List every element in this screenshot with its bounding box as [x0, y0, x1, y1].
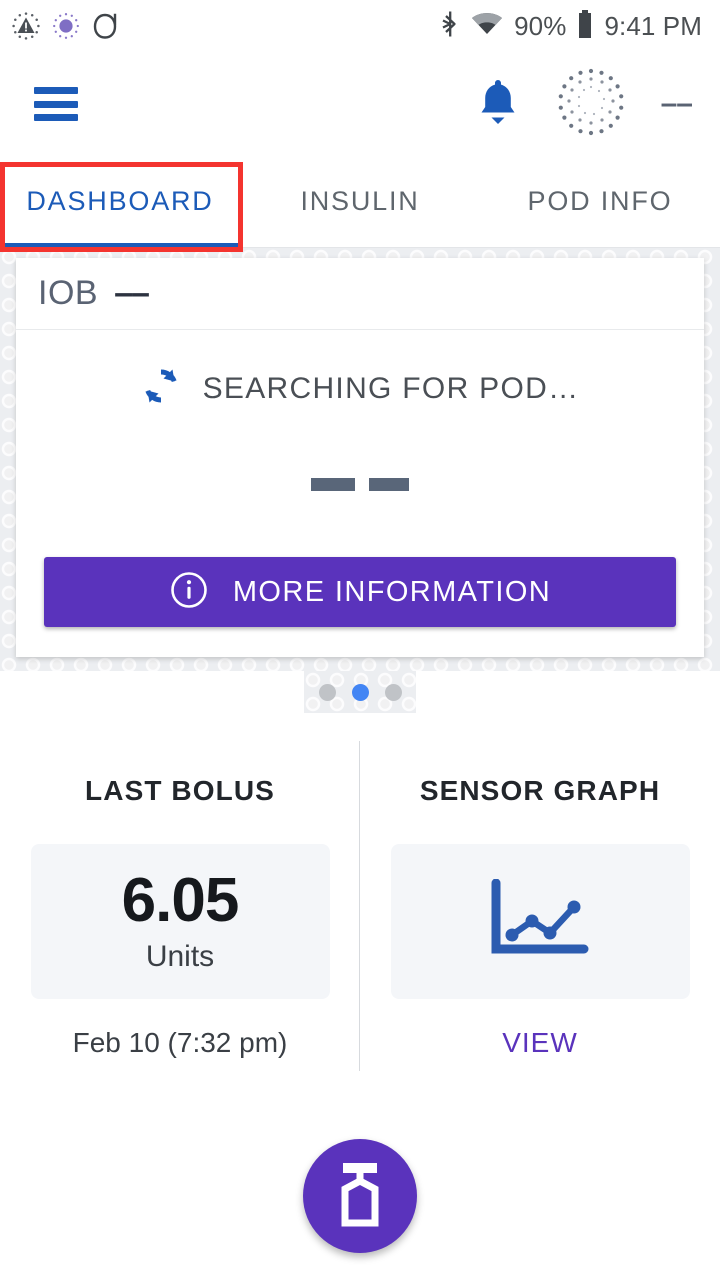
iob-value: ––: [114, 274, 150, 312]
app-bar: ––: [0, 52, 720, 156]
last-bolus-timestamp: Feb 10 (7:32 pm): [72, 1027, 288, 1058]
info-circle-icon: [169, 570, 209, 615]
status-bar: 90% 9:41 PM: [0, 0, 720, 52]
app-bar-actions: ––: [475, 66, 693, 143]
pod-search-status: SEARCHING FOR POD…: [16, 330, 704, 411]
pod-value-placeholder: [16, 411, 704, 557]
hamburger-line: [34, 100, 78, 108]
battery-icon: [577, 9, 593, 43]
bluetooth-icon: [440, 9, 460, 44]
pod-status-card: IOB –– SEARCHING FOR POD… MORE INFORMATI…: [16, 258, 704, 657]
clock-label: 9:41 PM: [604, 10, 702, 41]
hamburger-menu-icon[interactable]: [34, 87, 78, 121]
sync-refresh-icon: [141, 366, 181, 411]
last-bolus-title: LAST BOLUS: [85, 775, 275, 806]
tab-insulin-label: INSULIN: [300, 186, 420, 216]
hamburger-line: [34, 114, 78, 121]
last-bolus-value: 6.05: [121, 865, 240, 935]
line-chart-icon: [488, 878, 592, 964]
insulin-vial-icon: [329, 1159, 391, 1234]
panel-divider: [359, 741, 360, 1071]
sensor-graph-panel: SENSOR GRAPH VIEW: [360, 713, 720, 1085]
sensor-graph-tile[interactable]: [390, 844, 690, 999]
purple-dot-dotted-icon: [52, 12, 80, 40]
tab-dashboard-label: DASHBOARD: [26, 186, 214, 216]
bell-icon[interactable]: [475, 76, 521, 133]
pager-indicator[interactable]: [304, 671, 416, 713]
bottom-panels: LAST BOLUS 6.05 Units Feb 10 (7:32 pm) S…: [0, 713, 720, 1085]
sensor-graph-title: SENSOR GRAPH: [419, 775, 661, 806]
pod-card-region: IOB –– SEARCHING FOR POD… MORE INFORMATI…: [0, 248, 720, 671]
bolus-fab-button[interactable]: [303, 1139, 417, 1253]
more-information-button[interactable]: MORE INFORMATION: [44, 557, 676, 627]
more-information-label: MORE INFORMATION: [232, 575, 552, 608]
pager-row: [0, 671, 720, 713]
wifi-icon: [471, 12, 503, 41]
tab-bar: DASHBOARD INSULIN POD INFO: [0, 156, 720, 252]
placeholder-dash: [311, 477, 355, 491]
tab-dashboard[interactable]: DASHBOARD: [0, 156, 240, 247]
alert-dotted-icon: [12, 12, 40, 40]
more-information-wrapper: MORE INFORMATION: [16, 557, 704, 657]
pod-outline-icon: [92, 12, 120, 40]
iob-row: IOB ––: [16, 258, 704, 330]
pod-search-label: SEARCHING FOR POD…: [202, 371, 580, 405]
hamburger-line: [34, 87, 78, 94]
pod-status-value: ––: [660, 87, 693, 120]
last-bolus-unit: Units: [145, 939, 215, 973]
placeholder-dash: [369, 477, 409, 491]
last-bolus-tile[interactable]: 6.05 Units: [30, 844, 330, 999]
pod-searching-dotted-icon[interactable]: [555, 66, 627, 143]
pager-dot[interactable]: [318, 683, 336, 701]
tab-pod-info[interactable]: POD INFO: [480, 156, 720, 247]
tab-pod-info-label: POD INFO: [527, 186, 673, 216]
status-bar-left-icons: [12, 12, 120, 40]
battery-percent-label: 90%: [514, 10, 567, 41]
last-bolus-panel: LAST BOLUS 6.05 Units Feb 10 (7:32 pm): [0, 713, 360, 1085]
status-bar-right-icons: 90% 9:41 PM: [440, 9, 702, 44]
tab-insulin[interactable]: INSULIN: [240, 156, 480, 247]
iob-label: IOB: [38, 274, 99, 312]
sensor-graph-view-link[interactable]: VIEW: [502, 1027, 578, 1059]
pager-dot[interactable]: [384, 683, 402, 701]
pager-dot-active[interactable]: [351, 683, 369, 701]
